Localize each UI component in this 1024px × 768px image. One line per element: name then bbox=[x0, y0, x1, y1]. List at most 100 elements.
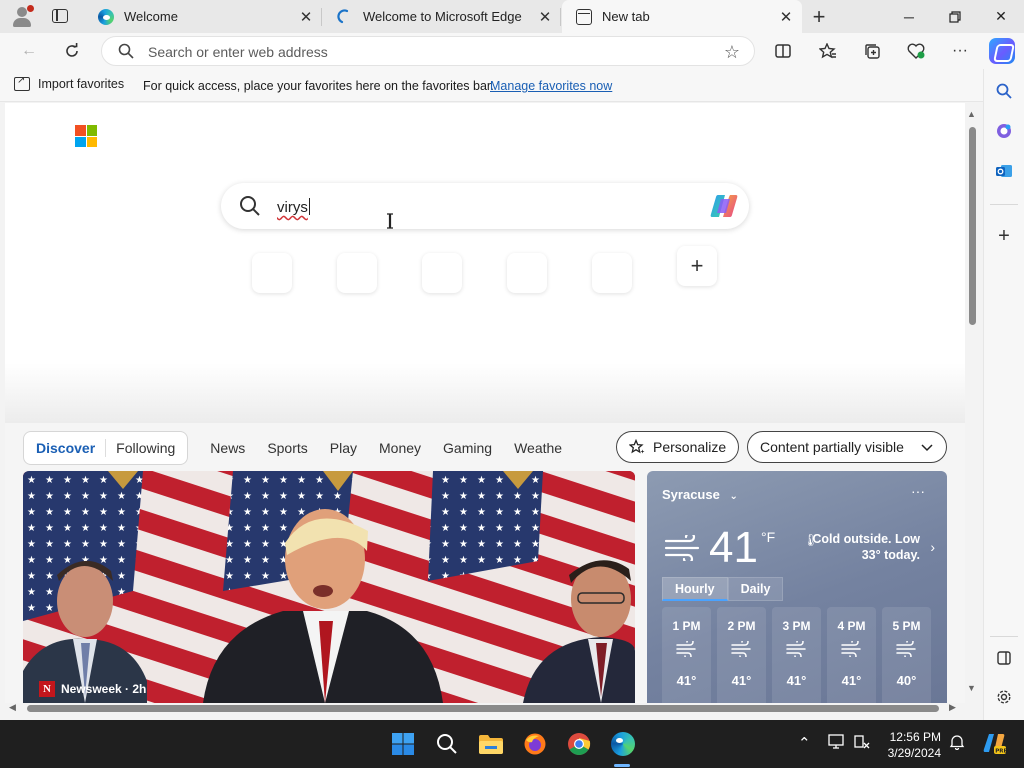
hourly-item[interactable]: 4 PM 41° bbox=[827, 607, 876, 703]
scroll-up-icon[interactable]: ▲ bbox=[967, 109, 976, 119]
quick-link-tile[interactable] bbox=[422, 253, 462, 293]
personalize-button[interactable]: Personalize bbox=[616, 431, 739, 463]
browser-toolbar: ← ☆ ··· bbox=[0, 33, 1024, 69]
minimize-button[interactable]: ─ bbox=[886, 0, 932, 33]
nav-gaming[interactable]: Gaming bbox=[443, 440, 492, 456]
windows-taskbar: ⌃ 12:56 PM 3/29/2024 PRE bbox=[0, 720, 1024, 768]
panel-icon bbox=[997, 651, 1011, 665]
chevron-right-icon[interactable]: › bbox=[930, 539, 935, 555]
scrollbar-thumb[interactable] bbox=[27, 705, 939, 712]
chrome-button[interactable] bbox=[565, 730, 593, 758]
refresh-icon bbox=[66, 43, 78, 57]
clock-time: 12:56 PM bbox=[889, 730, 941, 744]
hourly-item[interactable]: 5 PM 40° bbox=[882, 607, 931, 703]
sidebar-settings-button[interactable] bbox=[992, 685, 1016, 709]
system-clock[interactable]: 12:56 PM 3/29/2024 bbox=[871, 729, 941, 761]
scroll-down-icon[interactable]: ▼ bbox=[967, 683, 976, 693]
start-button[interactable] bbox=[389, 730, 417, 758]
edge-taskbar-button[interactable] bbox=[609, 730, 637, 758]
sidebar-outlook-button[interactable] bbox=[992, 159, 1016, 183]
hourly-item[interactable]: 2 PM 41° bbox=[717, 607, 766, 703]
restore-button[interactable] bbox=[932, 0, 978, 33]
new-tab-page: virys + Discover Following News Sports P… bbox=[5, 103, 965, 703]
chevron-up-icon[interactable]: ⌃ bbox=[798, 734, 811, 752]
close-window-button[interactable]: ✕ bbox=[978, 0, 1024, 33]
new-tab-button[interactable]: + bbox=[806, 4, 832, 30]
favorite-star-icon[interactable]: ☆ bbox=[724, 42, 740, 63]
sidebar-search-button[interactable] bbox=[992, 79, 1016, 103]
nav-weather[interactable]: Weathe bbox=[514, 440, 562, 456]
hourly-item[interactable]: 1 PM 41° bbox=[662, 607, 711, 703]
tab-new-tab[interactable]: New tab ✕ bbox=[562, 0, 802, 33]
active-app-indicator bbox=[614, 764, 630, 767]
scrollbar-thumb[interactable] bbox=[969, 127, 976, 325]
more-options-icon[interactable]: ··· bbox=[911, 483, 925, 499]
import-favorites-button[interactable]: Import favorites bbox=[14, 75, 124, 91]
scroll-left-icon[interactable]: ◀ bbox=[9, 702, 16, 713]
tab-daily[interactable]: Daily bbox=[727, 577, 784, 601]
hide-sidebar-button[interactable] bbox=[992, 646, 1016, 670]
quick-link-tile[interactable] bbox=[592, 253, 632, 293]
scroll-right-icon[interactable]: ▶ bbox=[949, 702, 956, 713]
horizontal-scrollbar[interactable]: ◀ ▶ bbox=[5, 701, 965, 717]
clock-date: 3/29/2024 bbox=[887, 746, 941, 760]
tab-following[interactable]: Following bbox=[110, 440, 181, 456]
network-disconnected-icon[interactable] bbox=[853, 734, 871, 754]
search-query[interactable]: virys bbox=[277, 198, 310, 216]
tab-actions-icon[interactable] bbox=[52, 9, 68, 23]
close-icon[interactable]: ✕ bbox=[774, 5, 798, 29]
close-icon[interactable]: ✕ bbox=[533, 5, 557, 29]
settings-and-more-button[interactable]: ··· bbox=[947, 38, 973, 64]
nav-news[interactable]: News bbox=[210, 440, 245, 456]
nav-sports[interactable]: Sports bbox=[267, 440, 307, 456]
sidebar-copilot-button[interactable] bbox=[992, 119, 1016, 143]
notification-dot bbox=[27, 5, 34, 12]
address-input[interactable] bbox=[148, 42, 708, 62]
tab-welcome[interactable]: Welcome ✕ bbox=[84, 0, 322, 33]
wind-icon bbox=[730, 641, 751, 657]
firefox-button[interactable] bbox=[521, 730, 549, 758]
weather-card[interactable]: Syracuse ⌄ ··· 41 °F 🌡 Cold outside. Low… bbox=[647, 471, 947, 703]
notifications-bell-icon[interactable] bbox=[949, 734, 965, 754]
nav-money[interactable]: Money bbox=[379, 440, 421, 456]
copilot-icon[interactable] bbox=[709, 193, 739, 219]
tab-discover[interactable]: Discover bbox=[30, 440, 101, 456]
hourly-item[interactable]: 3 PM 41° bbox=[772, 607, 821, 703]
address-bar[interactable]: ☆ bbox=[101, 36, 755, 66]
display-icon[interactable] bbox=[828, 734, 846, 754]
browser-essentials-button[interactable] bbox=[903, 38, 929, 64]
favorites-button[interactable] bbox=[815, 38, 841, 64]
manage-favorites-link[interactable]: Manage favorites now bbox=[490, 79, 612, 93]
hero-news-card[interactable]: ★ bbox=[23, 471, 635, 703]
tab-welcome-to-edge[interactable]: Welcome to Microsoft Edge ✕ bbox=[323, 0, 561, 33]
restore-icon bbox=[949, 10, 961, 23]
refresh-button[interactable] bbox=[59, 38, 85, 64]
close-icon[interactable]: ✕ bbox=[294, 5, 318, 29]
newsweek-logo-icon: N bbox=[39, 681, 55, 697]
profile-avatar[interactable] bbox=[10, 5, 34, 29]
weather-city-selector[interactable]: Syracuse ⌄ bbox=[662, 487, 738, 502]
nav-play[interactable]: Play bbox=[330, 440, 357, 456]
quick-link-tile[interactable] bbox=[337, 253, 377, 293]
web-search-box[interactable]: virys bbox=[221, 183, 749, 229]
file-explorer-button[interactable] bbox=[477, 730, 505, 758]
windows-logo-icon bbox=[392, 733, 414, 755]
tab-hourly[interactable]: Hourly bbox=[662, 577, 728, 601]
collections-button[interactable] bbox=[859, 38, 885, 64]
news-source[interactable]: N Newsweek · 2h bbox=[39, 681, 146, 697]
search-icon bbox=[240, 196, 260, 216]
copilot-icon[interactable] bbox=[989, 38, 1015, 64]
add-shortcut-button[interactable]: + bbox=[677, 246, 717, 286]
copilot-pre-icon: PRE bbox=[983, 734, 1006, 755]
quick-link-tile[interactable] bbox=[252, 253, 292, 293]
quick-link-tile[interactable] bbox=[507, 253, 547, 293]
taskbar-search-button[interactable] bbox=[433, 730, 461, 758]
current-temperature: 41 bbox=[709, 523, 758, 572]
content-visibility-dropdown[interactable]: Content partially visible bbox=[747, 431, 947, 463]
copilot-preview-button[interactable]: PRE bbox=[980, 730, 1008, 758]
vertical-scrollbar[interactable]: ▲ ▼ bbox=[965, 107, 981, 697]
sidebar-add-button[interactable]: + bbox=[992, 224, 1016, 248]
split-screen-button[interactable] bbox=[770, 38, 796, 64]
bell-svg bbox=[949, 735, 965, 751]
back-button[interactable]: ← bbox=[16, 38, 42, 64]
